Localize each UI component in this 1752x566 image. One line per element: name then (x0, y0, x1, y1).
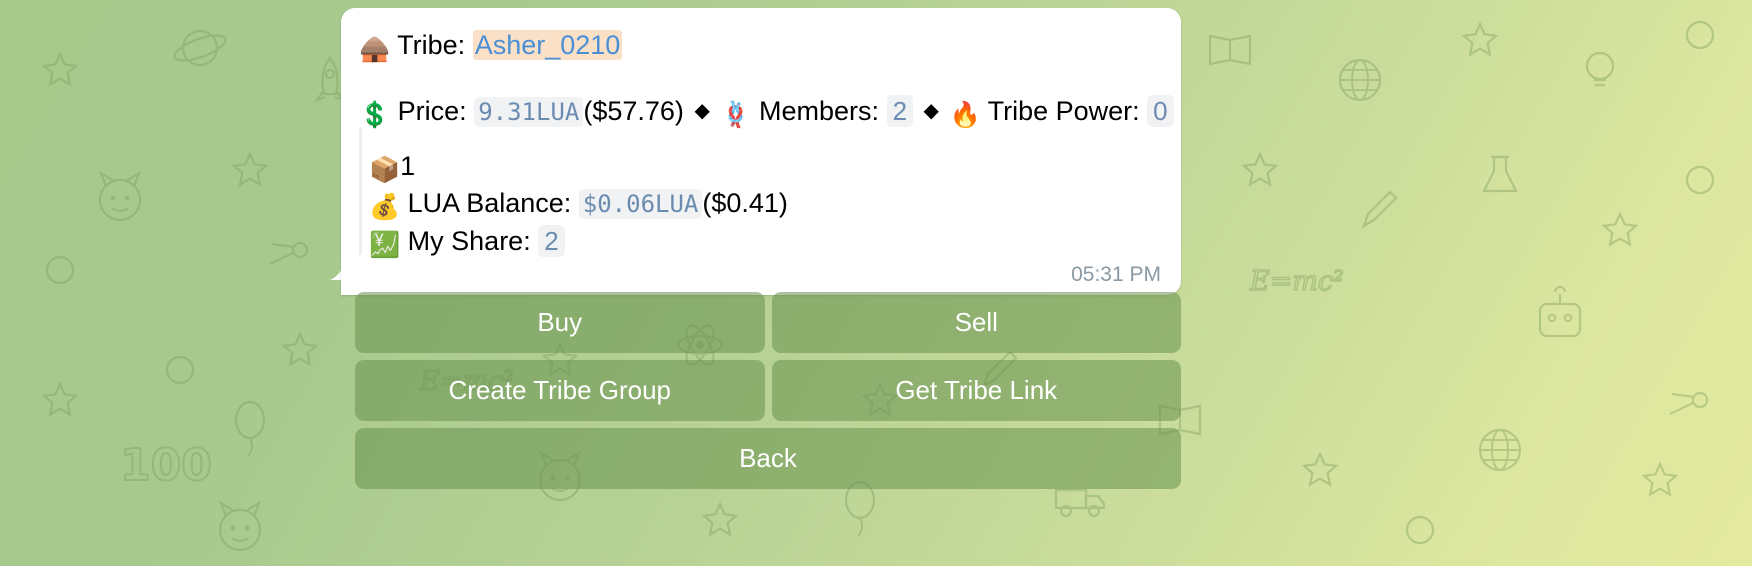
price-label: Price: (397, 95, 467, 126)
dollar-emoji: 💲 (359, 99, 391, 129)
my-share-value[interactable]: 2 (538, 224, 565, 257)
inline-keyboard: Buy Sell Create Tribe Group Get Tribe Li… (355, 292, 1181, 489)
keyboard-row-3: Back (355, 428, 1181, 489)
members-label: Members: (759, 95, 880, 126)
sell-button[interactable]: Sell (771, 292, 1181, 353)
quote-bar (359, 127, 362, 255)
stats-line: 💲 Price: 9.31LUA ($57.76) ◆ 🪢 Members: 2 … (359, 94, 1174, 132)
price-usd: ($57.76) (583, 95, 684, 126)
my-share-label: My Share: (407, 225, 531, 256)
knot-emoji: 🪢 (720, 99, 752, 129)
hut-emoji: 🛖 (359, 34, 391, 63)
members-value[interactable]: 2 (886, 94, 914, 127)
quote-block: 📦1 💰 LUA Balance: $0.06LUA ($0.41) 💹 My S… (359, 127, 1163, 261)
package-emoji: 📦 (369, 155, 401, 184)
price-value[interactable]: 9.31LUA (474, 96, 584, 127)
lua-balance-value[interactable]: $0.06LUA (578, 189, 703, 220)
lua-balance-line: 💰 LUA Balance: $0.06LUA ($0.41) (369, 186, 1163, 223)
chart-increasing-yen-emoji: 💹 (369, 229, 401, 259)
chat-area: 🛖 Tribe: Asher_0210 💲 Price: 9.31LUA ($57… (0, 0, 1752, 566)
stat-separator-1: ◆ (694, 99, 710, 122)
back-button[interactable]: Back (355, 428, 1181, 489)
money-bag-emoji: 💰 (369, 192, 401, 222)
my-share-line: 💹 My Share: 2 (369, 224, 1163, 261)
keyboard-row-2: Create Tribe Group Get Tribe Link (355, 360, 1181, 421)
tribe-label: Tribe: (397, 30, 466, 60)
tribe-name-link[interactable]: Asher_0210 (472, 30, 623, 60)
fire-emoji: 🔥 (949, 99, 981, 129)
keyboard-row-1: Buy Sell (355, 292, 1181, 353)
message-bubble[interactable]: 🛖 Tribe: Asher_0210 💲 Price: 9.31LUA ($57… (341, 8, 1181, 295)
get-tribe-link-button[interactable]: Get Tribe Link (771, 360, 1181, 421)
lua-balance-usd: ($0.41) (702, 188, 788, 219)
create-tribe-group-button[interactable]: Create Tribe Group (355, 360, 765, 421)
lua-balance-label: LUA Balance: (407, 188, 572, 219)
message-timestamp: 05:31 PM (1071, 262, 1161, 286)
stat-separator-2: ◆ (923, 99, 939, 122)
tribe-line: 🛖 Tribe: Asher_0210 (359, 28, 1163, 66)
tribe-power-value[interactable]: 0 (1147, 94, 1174, 127)
buy-button[interactable]: Buy (355, 292, 765, 353)
tribe-power-label: Tribe Power: (987, 95, 1140, 126)
package-line: 📦1 (369, 149, 1163, 186)
package-value: 1 (400, 151, 416, 181)
